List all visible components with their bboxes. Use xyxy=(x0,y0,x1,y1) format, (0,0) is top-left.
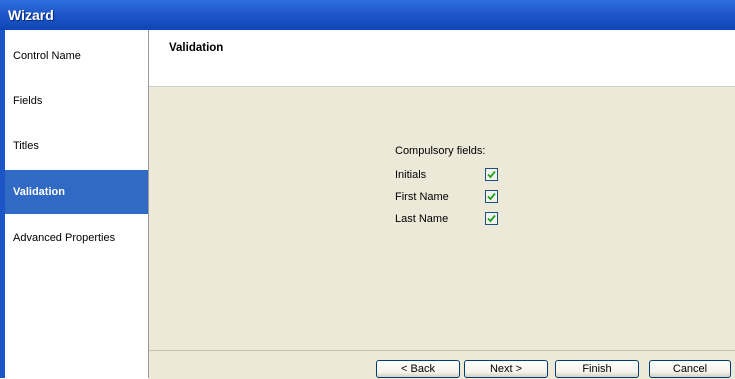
initials-checkbox[interactable] xyxy=(485,168,498,181)
field-row-initials: Initials xyxy=(395,168,515,184)
sidebar-item-titles[interactable]: Titles xyxy=(5,124,148,168)
page-header: Validation xyxy=(149,30,735,87)
sidebar-item-advanced-properties[interactable]: Advanced Properties xyxy=(5,216,148,260)
last-name-checkbox[interactable] xyxy=(485,212,498,225)
wizard-window: Wizard Control Name Fields Titles Valida… xyxy=(0,0,735,379)
title-bar: Wizard xyxy=(0,0,735,30)
field-row-first-name: First Name xyxy=(395,190,515,206)
next-button[interactable]: Next > xyxy=(464,360,548,378)
cancel-button[interactable]: Cancel xyxy=(649,360,731,378)
compulsory-fields-label: Compulsory fields: xyxy=(395,145,486,157)
window-title: Wizard xyxy=(8,7,54,23)
back-button[interactable]: < Back xyxy=(376,360,460,378)
first-name-checkbox[interactable] xyxy=(485,190,498,203)
page-title: Validation xyxy=(169,42,224,54)
checkmark-icon xyxy=(487,192,496,201)
wizard-steps-sidebar: Control Name Fields Titles Validation Ad… xyxy=(5,30,149,378)
field-label: Last Name xyxy=(395,213,449,225)
sidebar-item-label: Control Name xyxy=(13,50,81,62)
sidebar-item-label: Advanced Properties xyxy=(13,232,116,244)
sidebar-item-fields[interactable]: Fields xyxy=(5,79,148,123)
checkmark-icon xyxy=(487,170,496,179)
sidebar-item-label: Titles xyxy=(13,140,39,152)
sidebar-item-label: Validation xyxy=(13,186,65,198)
field-label: Initials xyxy=(395,169,427,181)
finish-button[interactable]: Finish xyxy=(555,360,639,378)
button-bar: < Back Next > Finish Cancel xyxy=(149,350,735,379)
validation-panel: Compulsory fields: Initials First Name L… xyxy=(149,87,735,349)
sidebar-item-label: Fields xyxy=(13,95,43,107)
sidebar-item-validation[interactable]: Validation xyxy=(5,170,148,214)
field-label: First Name xyxy=(395,191,449,203)
sidebar-item-control-name[interactable]: Control Name xyxy=(5,34,148,78)
field-row-last-name: Last Name xyxy=(395,212,515,228)
checkmark-icon xyxy=(487,214,496,223)
